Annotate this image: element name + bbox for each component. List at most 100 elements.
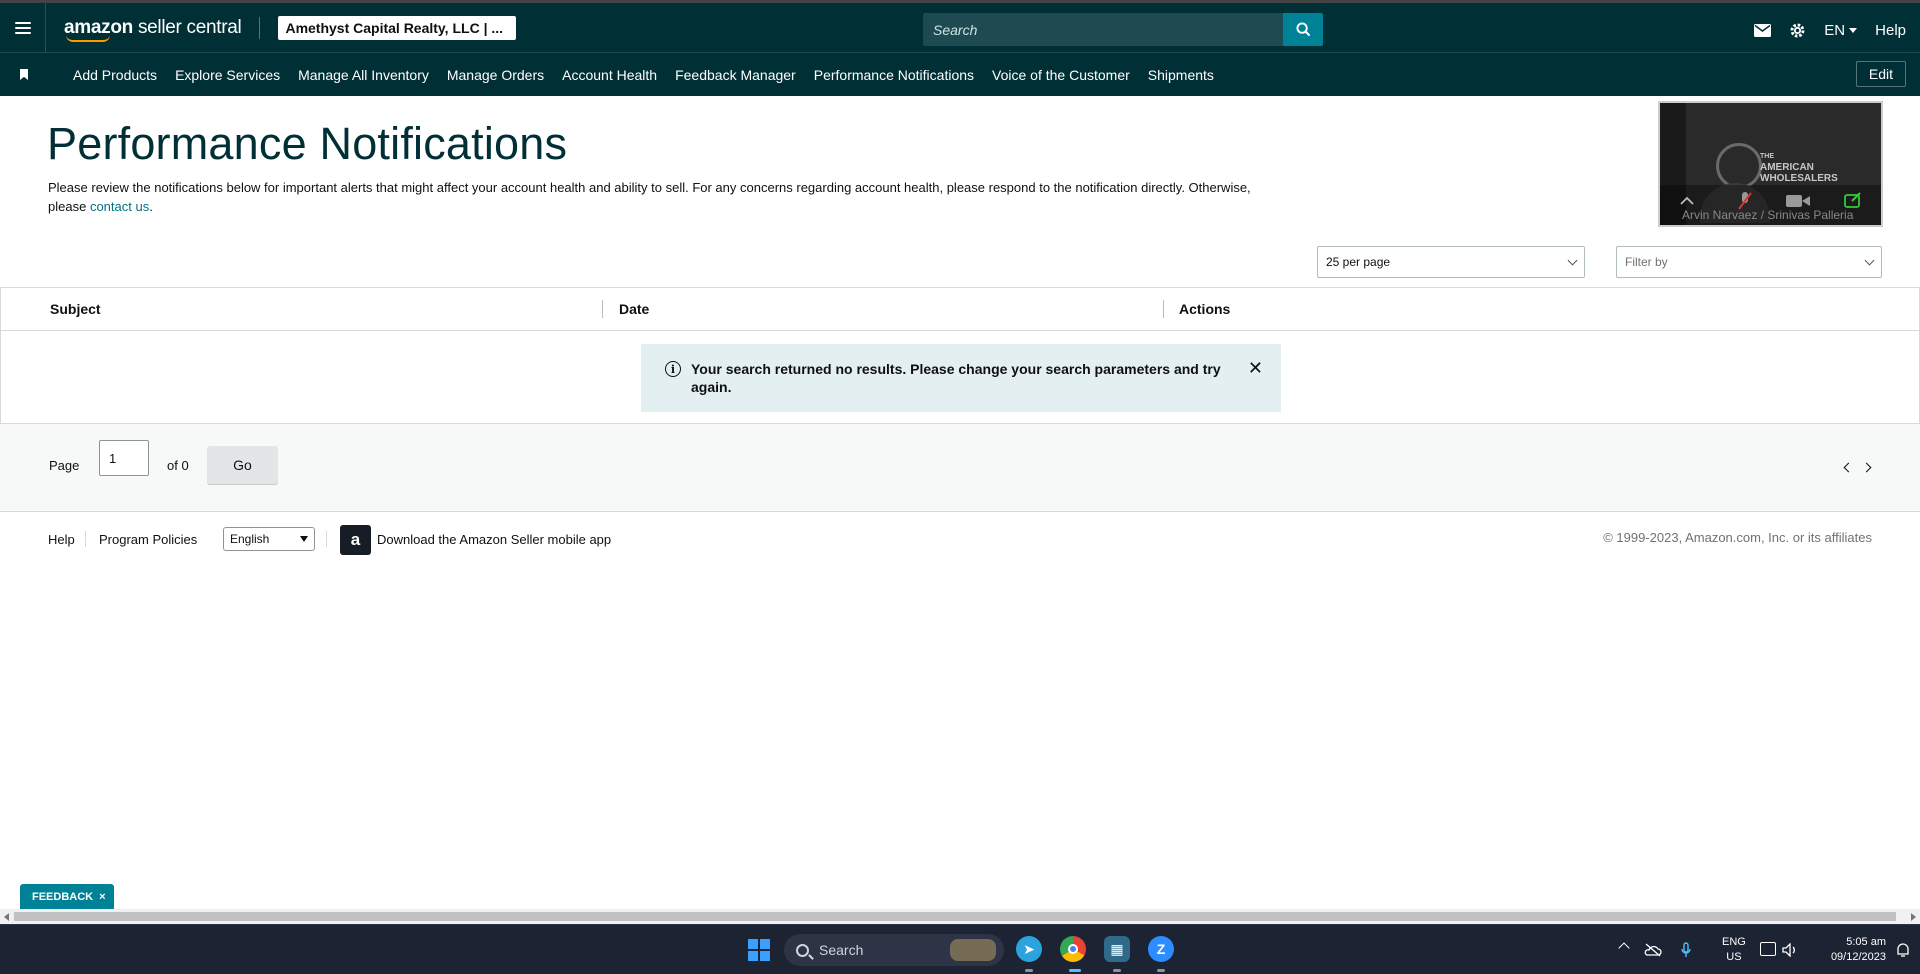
- menu-button[interactable]: [0, 3, 46, 52]
- help-link[interactable]: Help: [1875, 22, 1906, 39]
- program-policies-link[interactable]: Program Policies: [99, 532, 197, 547]
- search-input[interactable]: Search: [923, 13, 1283, 46]
- scrollbar-thumb[interactable]: [14, 912, 1896, 921]
- feedback-tab[interactable]: FEEDBACK ×: [20, 884, 114, 909]
- chevron-left-icon[interactable]: [1843, 462, 1854, 473]
- close-icon[interactable]: ✕: [1248, 359, 1263, 377]
- network-icon[interactable]: [1760, 942, 1776, 956]
- notifications-table: Subject Date Actions i Your search retur…: [0, 287, 1920, 424]
- video-camera-icon[interactable]: [1786, 194, 1810, 208]
- nav-manage-orders[interactable]: Manage Orders: [438, 67, 553, 83]
- video-logo-ring: [1716, 143, 1762, 189]
- video-call-overlay[interactable]: THE AMERICAN WHOLESALERS Arvin Narvaez /…: [1658, 101, 1883, 227]
- logo-product: seller central: [137, 16, 242, 38]
- app-indicator: [1025, 969, 1033, 972]
- calculator-icon[interactable]: ▦: [1104, 936, 1130, 962]
- column-divider: [602, 300, 603, 318]
- per-page-select[interactable]: 25 per page: [1317, 246, 1585, 278]
- chevron-up-icon[interactable]: [1680, 197, 1694, 205]
- filter-select[interactable]: Filter by: [1616, 246, 1882, 278]
- chevron-down-icon: [1849, 28, 1858, 33]
- seller-central-logo[interactable]: amazon seller central: [64, 13, 242, 43]
- no-results-alert: i Your search returned no results. Pleas…: [641, 344, 1281, 412]
- chevron-down-icon: [1864, 255, 1875, 266]
- share-screen-icon[interactable]: [1844, 192, 1862, 208]
- page-total: of 0: [167, 458, 189, 473]
- language-selector[interactable]: EN: [1824, 22, 1858, 39]
- nav-explore-services[interactable]: Explore Services: [166, 67, 289, 83]
- nav-manage-all-inventory[interactable]: Manage All Inventory: [289, 67, 438, 83]
- header-right: EN Help: [1754, 6, 1906, 55]
- column-date[interactable]: Date: [619, 301, 649, 317]
- clock-date: 09/12/2023: [1830, 951, 1886, 963]
- column-actions: Actions: [1179, 301, 1231, 317]
- dropdown-arrow-icon: [300, 536, 308, 542]
- windows-start-icon[interactable]: [748, 939, 770, 961]
- windows-taskbar: Search ➤ ▦ Z ENG US 5:05 am 09/12/2023: [0, 924, 1920, 974]
- account-switcher[interactable]: Amethyst Capital Realty, LLC | ...: [278, 15, 517, 40]
- scroll-left-icon[interactable]: [4, 913, 9, 921]
- app-indicator: [1157, 969, 1165, 972]
- search-icon: [1295, 22, 1310, 37]
- nav-voice-of-the-customer[interactable]: Voice of the Customer: [983, 67, 1139, 83]
- hamburger-icon: [14, 21, 31, 34]
- column-subject[interactable]: Subject: [50, 301, 101, 317]
- horizontal-scrollbar[interactable]: [0, 909, 1920, 924]
- chevron-right-icon[interactable]: [1861, 462, 1872, 473]
- nav-add-products[interactable]: Add Products: [64, 67, 166, 83]
- microphone-icon[interactable]: [1680, 942, 1692, 958]
- edit-nav-button[interactable]: Edit: [1855, 61, 1906, 87]
- video-brand: THE AMERICAN WHOLESALERS: [1760, 151, 1838, 184]
- footer-language-value: English: [230, 532, 270, 546]
- notification-icon[interactable]: [1895, 942, 1911, 958]
- filter-placeholder: Filter by: [1625, 255, 1668, 269]
- close-icon[interactable]: ×: [99, 891, 105, 903]
- download-app-link[interactable]: Download the Amazon Seller mobile app: [377, 532, 611, 547]
- pagination: Page 1 of 0 Go: [0, 424, 1920, 512]
- chevron-up-icon[interactable]: [1618, 942, 1630, 954]
- nav-account-health[interactable]: Account Health: [553, 67, 666, 83]
- page-number-input[interactable]: 1: [99, 440, 149, 476]
- bookmark-button[interactable]: [0, 69, 48, 80]
- search-highlight-image: [950, 939, 996, 961]
- footer-divider: [326, 531, 327, 547]
- go-button[interactable]: Go: [207, 446, 278, 484]
- chrome-icon[interactable]: [1060, 936, 1086, 962]
- input-language[interactable]: ENG US: [1722, 935, 1746, 965]
- nav-performance-notifications[interactable]: Performance Notifications: [805, 67, 983, 83]
- scroll-right-icon[interactable]: [1911, 913, 1916, 921]
- nav-bar: Add Products Explore Services Manage All…: [0, 52, 1920, 96]
- footer-language-select[interactable]: English: [223, 527, 315, 551]
- app-indicator: [1113, 969, 1121, 972]
- alert-message: Your search returned no results. Please …: [691, 361, 1221, 395]
- table-header: Subject Date Actions: [1, 288, 1919, 331]
- footer-help-link[interactable]: Help: [48, 532, 75, 547]
- telegram-icon[interactable]: ➤: [1016, 936, 1042, 962]
- feedback-label: FEEDBACK: [32, 890, 94, 903]
- clock[interactable]: 5:05 am 09/12/2023: [1814, 935, 1886, 965]
- app-indicator-active: [1069, 969, 1081, 972]
- taskbar-search[interactable]: Search: [784, 934, 1004, 966]
- gear-icon[interactable]: [1789, 22, 1806, 39]
- taskbar-search-label: Search: [819, 942, 864, 958]
- mail-icon[interactable]: [1754, 24, 1772, 37]
- volume-icon[interactable]: [1782, 943, 1798, 957]
- bookmark-icon: [20, 69, 28, 80]
- page-label: Page: [49, 458, 80, 473]
- info-icon: i: [665, 361, 681, 377]
- per-page-value: 25 per page: [1326, 255, 1391, 269]
- zoom-icon[interactable]: Z: [1148, 936, 1174, 962]
- video-brand-line1: THE: [1760, 153, 1774, 160]
- top-header: amazon seller central Amethyst Capital R…: [0, 0, 1920, 52]
- contact-us-link[interactable]: contact us: [90, 199, 149, 214]
- language-label: EN: [1824, 22, 1846, 39]
- page-footer: Help Program Policies English a Download…: [0, 512, 1920, 568]
- video-brand-line3: WHOLESALERS: [1760, 173, 1838, 184]
- description-text: Please review the notifications below fo…: [48, 180, 1251, 214]
- nav-feedback-manager[interactable]: Feedback Manager: [666, 67, 805, 83]
- copyright: © 1999-2023, Amazon.com, Inc. or its aff…: [1603, 530, 1872, 545]
- search-button[interactable]: [1283, 13, 1323, 46]
- amazon-app-icon[interactable]: a: [340, 525, 371, 555]
- onedrive-off-icon[interactable]: [1644, 943, 1662, 957]
- nav-shipments[interactable]: Shipments: [1139, 67, 1223, 83]
